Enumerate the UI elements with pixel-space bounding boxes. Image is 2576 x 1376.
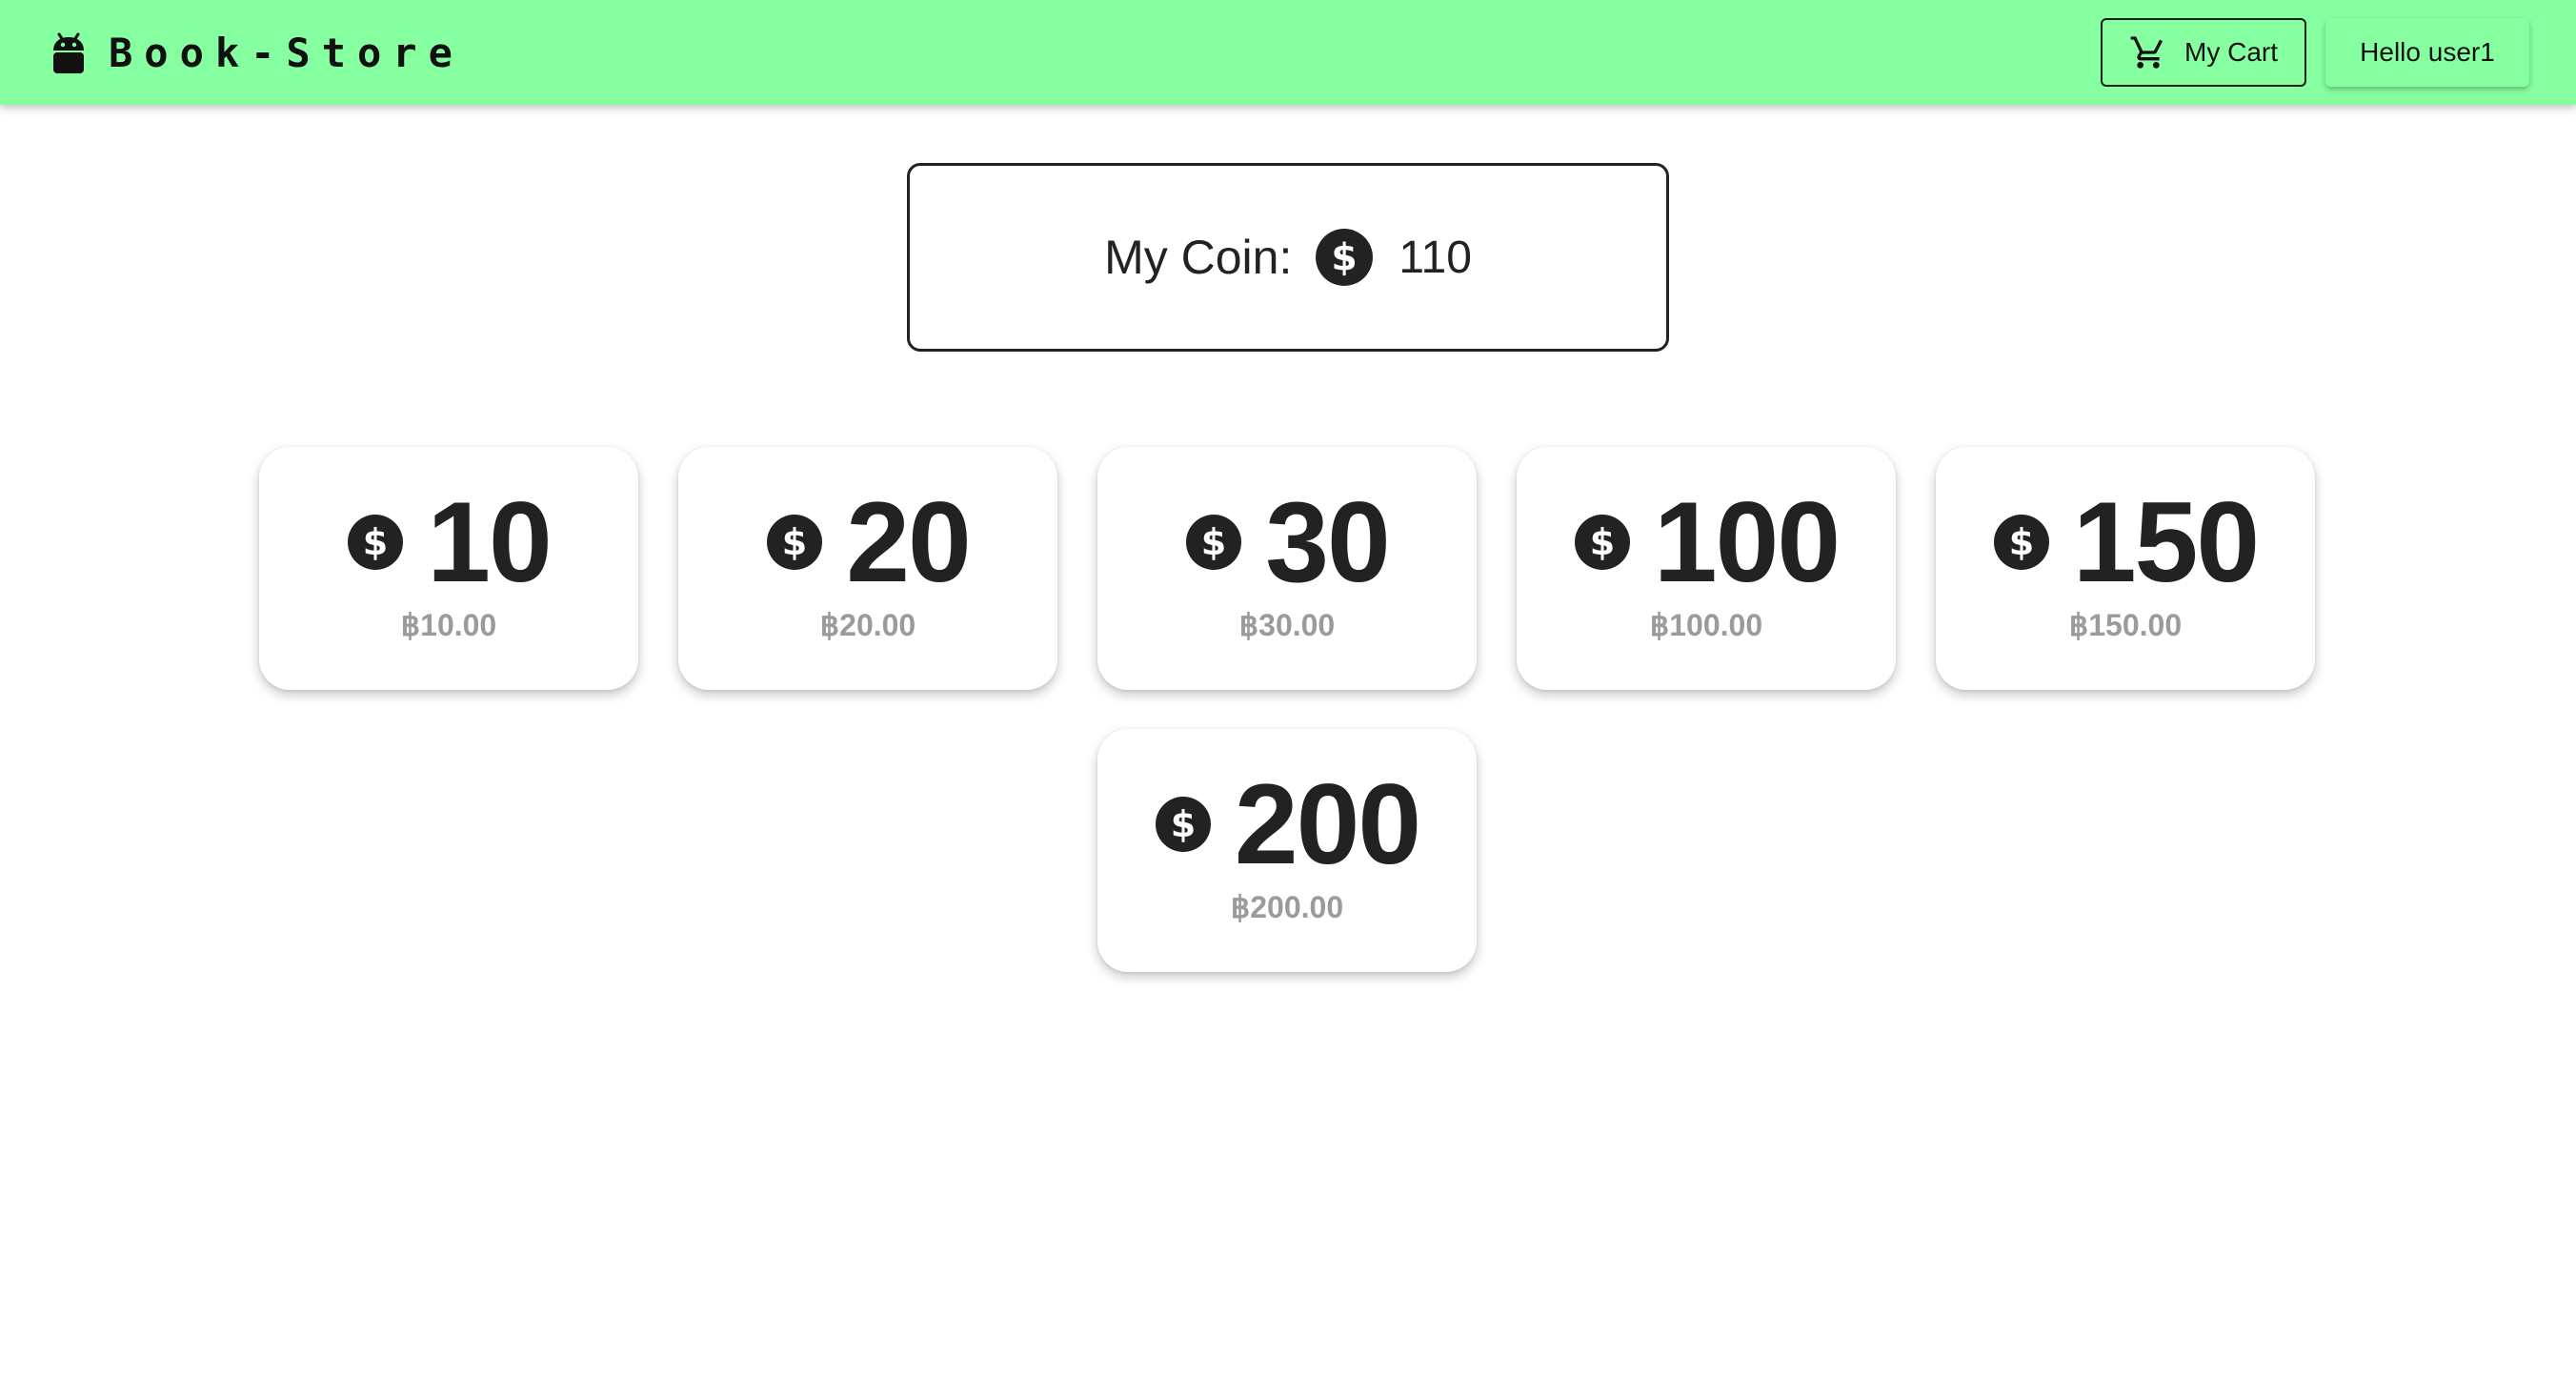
dollar-coin-icon: $ (766, 514, 823, 571)
user-menu-button[interactable]: Hello user1 (2325, 18, 2529, 87)
user-greeting-label: Hello user1 (2360, 37, 2495, 67)
svg-text:$: $ (1201, 521, 1226, 563)
svg-text:$: $ (1171, 803, 1196, 845)
dollar-coin-icon: $ (1315, 228, 1374, 287)
shopping-cart-icon (2129, 33, 2167, 71)
android-icon (50, 31, 88, 75)
dollar-coin-icon: $ (347, 514, 404, 571)
coin-package-amount: 150 (2072, 478, 2260, 606)
coin-package-card[interactable]: $ 200 ฿200.00 (1097, 729, 1477, 972)
coin-package-card[interactable]: $ 30 ฿30.00 (1097, 447, 1477, 690)
coin-balance-panel: My Coin: $ 110 (907, 163, 1669, 352)
coin-package-price: ฿10.00 (400, 608, 497, 642)
my-cart-label: My Cart (2184, 37, 2278, 67)
dollar-coin-icon: $ (1185, 514, 1242, 571)
svg-text:$: $ (2009, 521, 2034, 563)
coin-package-amount-row: $ 20 (678, 485, 1057, 599)
brand-title: Book-Store (109, 30, 464, 76)
coin-package-price: ฿100.00 (1649, 608, 1763, 642)
coin-package-price: ฿150.00 (2068, 608, 2183, 642)
coin-package-amount-row: $ 30 (1097, 485, 1477, 599)
coin-package-amount: 20 (846, 478, 971, 606)
coin-package-card[interactable]: $ 100 ฿100.00 (1517, 447, 1896, 690)
coin-package-amount-row: $ 10 (259, 485, 638, 599)
svg-text:$: $ (1590, 521, 1615, 563)
svg-text:$: $ (363, 521, 388, 563)
coin-package-amount: 100 (1653, 478, 1841, 606)
coin-package-amount: 200 (1234, 760, 1421, 888)
coin-package-card[interactable]: $ 150 ฿150.00 (1936, 447, 2315, 690)
coin-package-amount: 10 (427, 478, 552, 606)
coin-package-card[interactable]: $ 10 ฿10.00 (259, 447, 638, 690)
coin-package-price: ฿20.00 (819, 608, 916, 642)
dollar-coin-icon: $ (1155, 796, 1212, 853)
coin-balance-label: My Coin: (1104, 231, 1293, 284)
app-bar: Book-Store My Cart Hello user1 (0, 0, 2576, 105)
svg-text:$: $ (1332, 236, 1358, 279)
coin-package-amount-row: $ 150 (1936, 485, 2315, 599)
dollar-coin-icon: $ (1574, 514, 1631, 571)
coin-package-price: ฿200.00 (1230, 890, 1344, 924)
coin-package-amount: 30 (1265, 478, 1390, 606)
coin-package-price: ฿30.00 (1238, 608, 1336, 642)
coin-balance-value: 110 (1399, 232, 1472, 283)
coin-package-card[interactable]: $ 20 ฿20.00 (678, 447, 1057, 690)
dollar-coin-icon: $ (1993, 514, 2050, 571)
coin-package-amount-row: $ 100 (1517, 485, 1896, 599)
svg-text:$: $ (782, 521, 807, 563)
my-cart-button[interactable]: My Cart (2101, 18, 2306, 87)
brand-link[interactable]: Book-Store (50, 25, 464, 82)
coin-package-amount-row: $ 200 (1097, 767, 1477, 881)
